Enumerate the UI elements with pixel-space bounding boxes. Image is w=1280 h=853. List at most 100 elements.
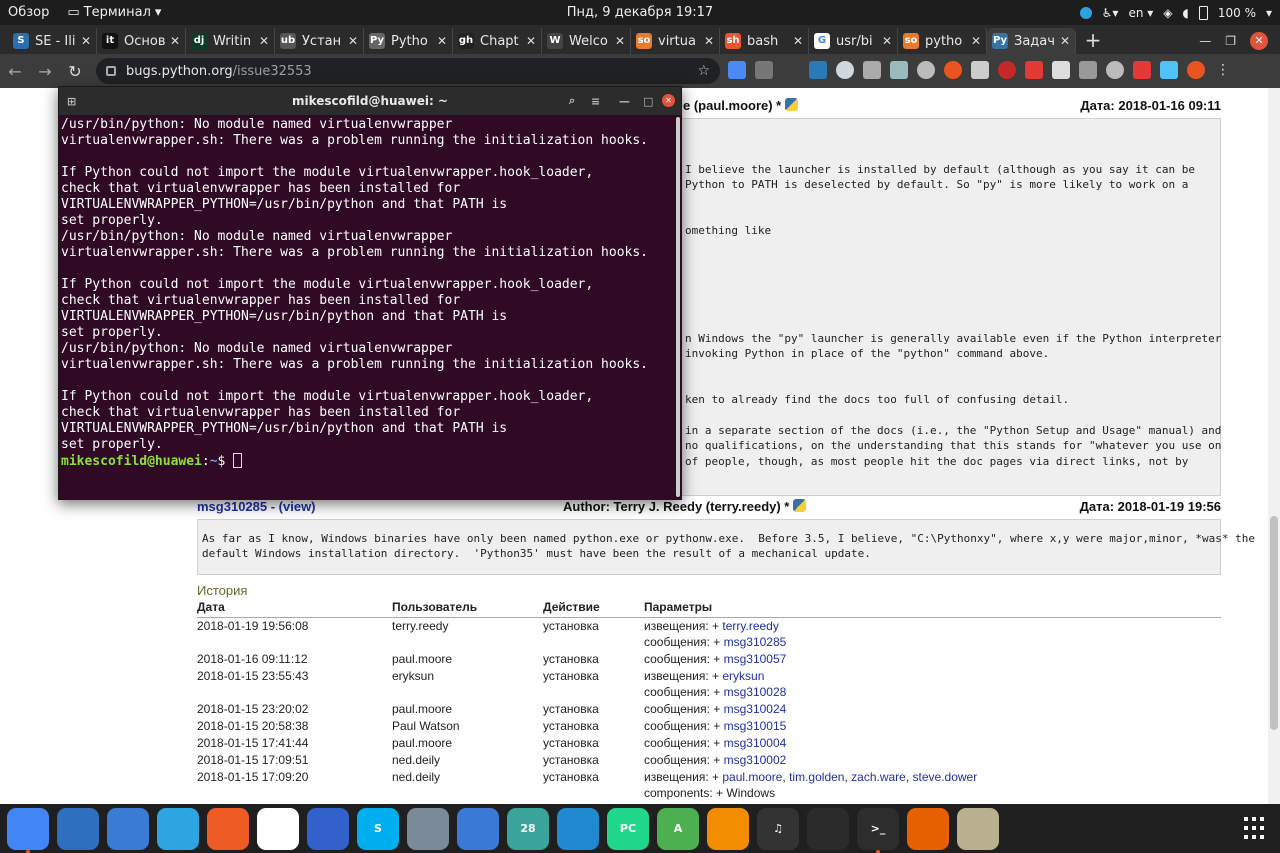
- param-link[interactable]: terry.reedy: [722, 619, 778, 633]
- message-view-link[interactable]: msg310285 - (view): [197, 499, 316, 514]
- browser-tab[interactable]: S SE - Ili ✕: [8, 28, 97, 54]
- settings-icon[interactable]: [407, 807, 449, 850]
- page-scrollbar[interactable]: [1268, 88, 1280, 804]
- param-link[interactable]: msg310015: [724, 719, 787, 733]
- param-link[interactable]: msg310002: [724, 753, 787, 767]
- tab-close-icon[interactable]: ✕: [1060, 34, 1070, 48]
- param-link[interactable]: zach.ware: [851, 770, 906, 784]
- browser-tab[interactable]: Py Задач ✕: [987, 28, 1076, 54]
- tab-close-icon[interactable]: ✕: [348, 34, 358, 48]
- image-ext-icon[interactable]: [971, 61, 989, 79]
- terminal-prompt-line[interactable]: mikescofild@huawei:~$: [61, 453, 648, 470]
- slack-icon[interactable]: [257, 807, 299, 850]
- tab-close-icon[interactable]: ✕: [615, 34, 625, 48]
- speed-ext-icon[interactable]: [1106, 61, 1124, 79]
- target-ext-icon[interactable]: [917, 61, 935, 79]
- terminal-scrollbar[interactable]: [676, 117, 680, 497]
- tab-close-icon[interactable]: ✕: [81, 34, 91, 48]
- param-link[interactable]: msg310024: [724, 702, 787, 716]
- power-menu-icon[interactable]: ▾: [1266, 6, 1272, 20]
- mail-ext-icon[interactable]: [1079, 61, 1097, 79]
- param-link[interactable]: tim.golden: [789, 770, 844, 784]
- shark-ext-icon[interactable]: [809, 61, 827, 79]
- diamond-ext-icon[interactable]: [836, 61, 854, 79]
- param-link[interactable]: msg310004: [724, 736, 787, 750]
- param-link[interactable]: msg310285: [724, 635, 787, 649]
- vue-ext-icon[interactable]: [863, 61, 881, 79]
- browser-tab[interactable]: Gusr/bi ✕: [809, 28, 898, 54]
- back-icon[interactable]: ←: [0, 62, 30, 81]
- firefox-icon[interactable]: [907, 807, 949, 850]
- browser-tab[interactable]: Py Pytho ✕: [364, 28, 453, 54]
- language-indicator[interactable]: en ▾: [1128, 6, 1153, 20]
- cube-ext-icon[interactable]: [1160, 61, 1178, 79]
- telegram-icon[interactable]: [157, 807, 199, 850]
- chrome-icon[interactable]: [7, 807, 49, 853]
- terminal-icon[interactable]: >_: [857, 807, 899, 853]
- browser-tab[interactable]: W Welco ✕: [542, 28, 631, 54]
- forward-icon[interactable]: →: [30, 62, 60, 81]
- terminal-titlebar[interactable]: ⊞ mikescofild@huawei: ~ ⌕ ≡ — □ ✕: [59, 87, 681, 115]
- param-link[interactable]: eryksun: [722, 669, 764, 683]
- tab-close-icon[interactable]: ✕: [259, 34, 269, 48]
- minimize-icon[interactable]: —: [619, 95, 630, 108]
- skype-icon[interactable]: S: [357, 807, 399, 850]
- todo-icon[interactable]: [457, 807, 499, 850]
- tab-close-icon[interactable]: ✕: [793, 34, 803, 48]
- param-link[interactable]: paul.moore: [722, 770, 782, 784]
- address-bar[interactable]: bugs.python.org/issue32553 ☆: [96, 58, 720, 84]
- browser-tab[interactable]: gh Chapt ✕: [453, 28, 542, 54]
- search-icon[interactable]: ⌕: [569, 94, 575, 108]
- tab-close-icon[interactable]: ✕: [170, 34, 180, 48]
- scrollbar-thumb[interactable]: [1270, 516, 1278, 730]
- accessibility-icon[interactable]: ♿▾: [1102, 6, 1119, 20]
- blank-ext-icon[interactable]: [782, 61, 800, 79]
- tab-close-icon[interactable]: ✕: [704, 34, 714, 48]
- close-icon[interactable]: ✕: [662, 94, 675, 107]
- param-link[interactable]: msg310057: [724, 652, 787, 666]
- terminal-output[interactable]: /usr/bin/python: No module named virtual…: [61, 117, 648, 470]
- new-tab-button[interactable]: +: [1076, 28, 1110, 54]
- tab-close-icon[interactable]: ✕: [971, 34, 981, 48]
- files-icon[interactable]: [107, 807, 149, 850]
- bookmark-star-icon[interactable]: ☆: [697, 63, 710, 79]
- tab-close-icon[interactable]: ✕: [437, 34, 447, 48]
- translate-ext-icon[interactable]: [728, 61, 746, 79]
- browser-tab[interactable]: dj Writin ✕: [186, 28, 275, 54]
- calendar-icon[interactable]: 28: [507, 807, 549, 850]
- reload-icon[interactable]: ↻: [60, 62, 90, 81]
- music-icon[interactable]: ♫: [757, 807, 799, 850]
- menu-kebab-icon[interactable]: ⋮: [1214, 61, 1232, 79]
- activities-button[interactable]: Обзор: [0, 5, 61, 20]
- devtools-ext-icon[interactable]: [755, 61, 773, 79]
- profile-avatar[interactable]: [1187, 61, 1205, 79]
- pycharm-icon[interactable]: PC: [607, 807, 649, 850]
- thunderbird-icon[interactable]: [57, 807, 99, 850]
- lock-icon[interactable]: [106, 66, 116, 76]
- monitor-icon[interactable]: [807, 807, 849, 850]
- react-ext-icon[interactable]: [890, 61, 908, 79]
- system-tray[interactable]: ♿▾ en ▾ ◈ ◖ 100 % ▾: [1079, 5, 1280, 20]
- close-window-icon[interactable]: ✕: [1250, 32, 1268, 50]
- app-menu[interactable]: ▭ Терминал ▾: [67, 5, 161, 20]
- record-ext-icon[interactable]: [998, 61, 1016, 79]
- postman-icon[interactable]: [207, 807, 249, 850]
- hamburger-menu-icon[interactable]: ≡: [591, 95, 600, 108]
- tab-close-icon[interactable]: ✕: [526, 34, 536, 48]
- param-link[interactable]: steve.dower: [913, 770, 978, 784]
- amazon-ext-icon[interactable]: [1052, 61, 1070, 79]
- vlc-icon[interactable]: [707, 807, 749, 850]
- notifications-ext-icon[interactable]: [1133, 61, 1151, 79]
- firefox-ext-icon[interactable]: [944, 61, 962, 79]
- minimize-icon[interactable]: —: [1199, 34, 1211, 48]
- maximize-icon[interactable]: □: [643, 95, 653, 108]
- terminal-window[interactable]: ⊞ mikescofild@huawei: ~ ⌕ ≡ — □ ✕ /usr/b…: [58, 86, 682, 500]
- browser-tab[interactable]: it Основ ✕: [97, 28, 186, 54]
- asana-ext-icon[interactable]: [1025, 61, 1043, 79]
- translator-icon[interactable]: A: [657, 807, 699, 850]
- browser-tab[interactable]: sh bash ✕: [720, 28, 809, 54]
- telegram-tray-icon[interactable]: [1079, 6, 1092, 19]
- show-apps-icon[interactable]: [1244, 816, 1268, 841]
- vscode-icon[interactable]: [557, 807, 599, 850]
- browser-tab[interactable]: so pytho ✕: [898, 28, 987, 54]
